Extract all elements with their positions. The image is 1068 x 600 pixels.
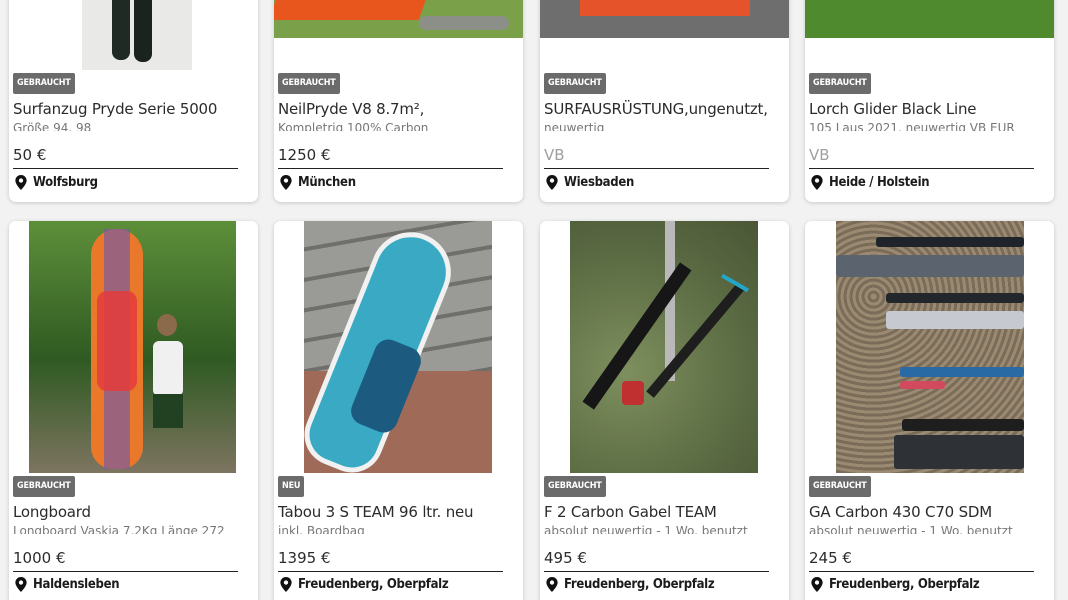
map-pin-icon	[811, 577, 823, 592]
listing-card[interactable]: GEBRAUCHT F 2 Carbon Gabel TEAM absolut …	[540, 221, 789, 600]
listing-photo[interactable]	[274, 221, 523, 473]
listing-photo[interactable]	[9, 0, 258, 70]
location-label: Freudenberg, Oberpfalz	[564, 577, 715, 592]
listing-price: VB	[544, 146, 565, 164]
listing-price: VB	[809, 146, 830, 164]
listing-title[interactable]: Longboard	[13, 503, 250, 521]
location-label: Heide / Holstein	[829, 175, 930, 190]
listing-description: inkl. Boardbag	[278, 525, 365, 534]
map-pin-icon	[15, 175, 27, 190]
listing-description: absolut neuwertig - 1 Wo. benutzt	[809, 525, 1013, 534]
listing-card[interactable]: GEBRAUCHT Longboard Longboard Vaskia 7,2…	[9, 221, 258, 600]
map-pin-icon	[546, 175, 558, 190]
listing-description: 105 Laus 2021, neuwertig VB EUR	[809, 122, 1015, 131]
listing-card[interactable]: GEBRAUCHT NeilPryde V8 8.7m², Kompletrig…	[274, 0, 523, 202]
listing-price: 50 €	[13, 146, 47, 164]
listing-card[interactable]: GEBRAUCHT GA Carbon 430 C70 SDM absolut …	[805, 221, 1054, 600]
divider	[278, 168, 503, 169]
condition-badge: GEBRAUCHT	[809, 476, 871, 497]
map-pin-icon	[546, 577, 558, 592]
listing-card[interactable]: GEBRAUCHT Lorch Glider Black Line 105 La…	[805, 0, 1054, 202]
listing-title[interactable]: F 2 Carbon Gabel TEAM	[544, 503, 781, 521]
condition-badge: NEU	[278, 476, 305, 497]
map-pin-icon	[811, 175, 823, 190]
listing-card[interactable]: GEBRAUCHT Surfanzug Pryde Serie 5000 Grö…	[9, 0, 258, 202]
listing-description: Größe 94, 98	[13, 122, 92, 131]
listing-grid: GEBRAUCHT Surfanzug Pryde Serie 5000 Grö…	[0, 0, 1068, 600]
listing-description: neuwertig	[544, 122, 605, 131]
listing-card[interactable]: NEU Tabou 3 S TEAM 96 ltr. neu inkl. Boa…	[274, 221, 523, 600]
listing-location: Wolfsburg	[15, 175, 98, 190]
location-label: Haldensleben	[33, 577, 120, 592]
listing-photo[interactable]	[274, 0, 523, 70]
listing-location: Freudenberg, Oberpfalz	[811, 577, 980, 592]
divider	[13, 168, 238, 169]
listing-price: 1000 €	[13, 549, 66, 567]
location-label: Freudenberg, Oberpfalz	[298, 577, 449, 592]
divider	[544, 168, 769, 169]
map-pin-icon	[15, 577, 27, 592]
listing-location: Haldensleben	[15, 577, 120, 592]
listing-description: absolut neuwertig - 1 Wo. benutzt	[544, 525, 748, 534]
condition-badge: GEBRAUCHT	[13, 73, 75, 94]
listing-price: 245 €	[809, 549, 852, 567]
listing-location: Heide / Holstein	[811, 175, 930, 190]
location-label: München	[298, 175, 356, 190]
location-label: Wiesbaden	[564, 175, 635, 190]
listing-title[interactable]: Tabou 3 S TEAM 96 ltr. neu	[278, 503, 515, 521]
listing-location: Freudenberg, Oberpfalz	[546, 577, 715, 592]
location-label: Wolfsburg	[33, 175, 98, 190]
listing-card[interactable]: GEBRAUCHT SURFAUSRÜSTUNG,ungenutzt, neuw…	[540, 0, 789, 202]
listing-photo[interactable]	[805, 0, 1054, 70]
location-label: Freudenberg, Oberpfalz	[829, 577, 980, 592]
divider	[809, 571, 1034, 572]
map-pin-icon	[280, 577, 292, 592]
condition-badge: GEBRAUCHT	[13, 476, 75, 497]
listing-title[interactable]: SURFAUSRÜSTUNG,ungenutzt,	[544, 100, 781, 118]
listing-description: Kompletrig 100% Carbon	[278, 122, 429, 131]
condition-badge: GEBRAUCHT	[278, 73, 340, 94]
listing-title[interactable]: Surfanzug Pryde Serie 5000	[13, 100, 250, 118]
divider	[278, 571, 503, 572]
divider	[13, 571, 238, 572]
listing-price: 495 €	[544, 549, 587, 567]
listing-price: 1395 €	[278, 549, 331, 567]
listing-photo[interactable]	[540, 0, 789, 70]
listing-photo[interactable]	[540, 221, 789, 473]
condition-badge: GEBRAUCHT	[809, 73, 871, 94]
divider	[809, 168, 1034, 169]
listing-photo[interactable]	[805, 221, 1054, 473]
listing-title[interactable]: NeilPryde V8 8.7m²,	[278, 100, 515, 118]
listing-title[interactable]: Lorch Glider Black Line	[809, 100, 1046, 118]
condition-badge: GEBRAUCHT	[544, 476, 606, 497]
listing-location: München	[280, 175, 356, 190]
listing-location: Freudenberg, Oberpfalz	[280, 577, 449, 592]
listing-location: Wiesbaden	[546, 175, 634, 190]
divider	[544, 571, 769, 572]
listing-price: 1250 €	[278, 146, 331, 164]
listing-photo[interactable]	[9, 221, 258, 473]
listing-description: Longboard Vaskia 7,2Kg Länge 272	[13, 525, 225, 534]
condition-badge: GEBRAUCHT	[544, 73, 606, 94]
map-pin-icon	[280, 175, 292, 190]
listing-title[interactable]: GA Carbon 430 C70 SDM	[809, 503, 1046, 521]
